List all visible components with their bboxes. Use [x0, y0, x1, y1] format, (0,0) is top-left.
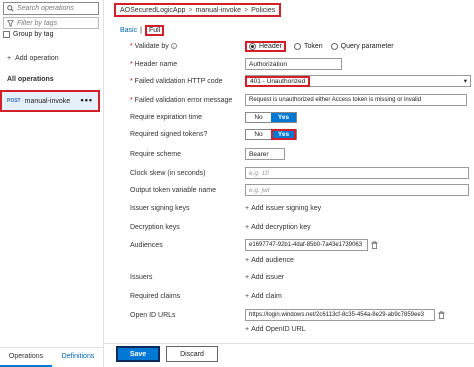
required-claims-row: Required claims + Add claim [130, 289, 470, 303]
left-tabs: Operations Definitions [0, 347, 104, 367]
output-variable-label: Output token variable name [130, 186, 216, 194]
clock-skew-input[interactable]: e.g. 10 [245, 167, 469, 179]
add-openid-row: + Add OpenID URL [130, 322, 470, 336]
toggle-yes[interactable]: Yes [271, 128, 296, 140]
output-variable-row: Output token variable name e.g. jwt [130, 183, 470, 197]
discard-button[interactable]: Discard [166, 346, 218, 362]
all-operations-heading: All operations [7, 76, 54, 83]
plus-icon: + [245, 256, 250, 264]
add-operation-button[interactable]: + Add operation [7, 55, 59, 62]
decryption-keys-row: Decryption keys + Add decryption key [130, 220, 470, 234]
search-placeholder: Search operations [17, 5, 74, 12]
tab-definitions[interactable]: Definitions [52, 348, 104, 367]
search-operations-input[interactable]: Search operations [3, 2, 99, 15]
breadcrumb: AOSecuredLogicApp > manual-invoke > Poli… [114, 3, 282, 17]
required-signed-toggle[interactable]: No Yes [245, 128, 297, 140]
chevron-down-icon: ▾ [463, 78, 467, 85]
trash-icon[interactable] [438, 311, 445, 319]
trash-icon[interactable] [371, 241, 378, 249]
add-operation-label: Add operation [15, 55, 59, 62]
plus-icon: + [245, 223, 250, 231]
failed-code-label: * Failed validation HTTP code [130, 77, 223, 85]
operation-item-manual-invoke[interactable]: POST manual-invoke ••• [0, 90, 100, 112]
editor-mode-tabs: Basic | Full [120, 25, 165, 36]
plus-icon: + [245, 292, 250, 300]
group-by-tag-label: Group by tag [13, 31, 54, 38]
tab-divider: | [140, 27, 142, 34]
add-audience-button[interactable]: + Add audience [245, 257, 294, 264]
issuers-row: Issuers + Add issuer [130, 270, 470, 284]
toggle-no[interactable]: No [246, 130, 271, 139]
add-openid-url-button[interactable]: + Add OpenID URL [245, 326, 306, 333]
tab-basic[interactable]: Basic [120, 27, 137, 34]
openid-url-input[interactable]: https://login.windows.net/2c6113cf-8c35-… [245, 309, 435, 321]
required-signed-row: Required signed tokens? No Yes [130, 127, 470, 141]
breadcrumb-operation[interactable]: manual-invoke [195, 7, 241, 14]
require-scheme-input[interactable]: Bearer [245, 148, 285, 160]
footer-bar: Save Discard [104, 343, 474, 367]
clock-skew-row: Clock skew (in seconds) e.g. 10 [130, 166, 470, 180]
plus-icon: + [245, 325, 250, 333]
failed-message-input[interactable]: Request is unauthorized either Access to… [245, 94, 467, 106]
validate-by-label: * Validate by i [130, 43, 245, 50]
failed-message-label: * Failed validation error message [130, 96, 233, 104]
plus-icon: + [245, 204, 250, 212]
require-scheme-row: Require scheme Bearer [130, 147, 470, 161]
breadcrumb-separator: > [244, 6, 249, 14]
failed-code-row: * Failed validation HTTP code 401 - Unau… [130, 74, 471, 88]
failed-code-value: 401 - Unauthorized [245, 75, 311, 87]
add-audience-row: + Add audience [130, 253, 470, 267]
filter-placeholder: Filter by tags [17, 19, 58, 27]
breadcrumb-separator: > [188, 6, 193, 14]
plus-icon: + [245, 273, 250, 281]
issuer-keys-label: Issuer signing keys [130, 204, 190, 212]
decryption-keys-label: Decryption keys [130, 223, 180, 231]
header-name-label: * Header name [130, 60, 178, 68]
breadcrumb-api[interactable]: AOSecuredLogicApp [120, 7, 185, 14]
audiences-row: Audiences e1697747-92b1-4daf-85b0-7a43e1… [130, 238, 470, 252]
failed-code-select[interactable]: 401 - Unauthorized ▾ [245, 75, 471, 87]
operation-name: manual-invoke [24, 97, 71, 105]
search-icon [7, 5, 14, 12]
openid-row: Open ID URLs https://login.windows.net/2… [130, 308, 470, 322]
http-verb-badge: POST [7, 98, 21, 104]
header-name-row: * Header name Authorization [130, 57, 470, 71]
require-scheme-label: Require scheme [130, 150, 181, 158]
radio-header[interactable]: Header [245, 40, 286, 52]
add-issuer-button[interactable]: + Add issuer [245, 274, 284, 281]
failed-message-row: * Failed validation error message Reques… [130, 93, 470, 107]
add-issuer-signing-key-button[interactable]: + Add issuer signing key [245, 205, 321, 212]
required-claims-label: Required claims [130, 292, 181, 300]
required-signed-label: Required signed tokens? [130, 130, 208, 138]
save-button[interactable]: Save [116, 346, 160, 362]
validate-by-row: * Validate by i Header Token Query parame… [130, 39, 470, 53]
filter-icon [7, 19, 14, 27]
operations-pane: Search operations Filter by tags Group b… [0, 0, 104, 367]
filter-tags-input[interactable]: Filter by tags [3, 17, 99, 29]
toggle-no[interactable]: No [246, 113, 271, 122]
radio-token[interactable]: Token [293, 42, 323, 50]
header-name-input[interactable]: Authorization [245, 58, 342, 70]
breadcrumb-policies: Policies [251, 6, 276, 14]
openid-label: Open ID URLs [130, 311, 176, 319]
toggle-yes[interactable]: Yes [271, 112, 296, 122]
issuer-keys-row: Issuer signing keys + Add issuer signing … [130, 201, 470, 215]
group-by-tag-checkbox[interactable]: Group by tag [3, 31, 53, 38]
require-expiration-label: Require expiration time [130, 113, 202, 121]
plus-icon: + [7, 55, 12, 62]
tab-full[interactable]: Full [144, 25, 165, 36]
output-variable-input[interactable]: e.g. jwt [245, 184, 469, 196]
checkbox-icon[interactable] [3, 31, 10, 38]
require-expiration-toggle[interactable]: No Yes [245, 111, 297, 123]
audience-input[interactable]: e1697747-92b1-4daf-85b0-7a43e1739063 [245, 239, 368, 251]
require-expiration-row: Require expiration time No Yes [130, 110, 470, 124]
radio-query-parameter[interactable]: Query parameter [330, 42, 394, 50]
add-claim-button[interactable]: + Add claim [245, 293, 282, 300]
clock-skew-label: Clock skew (in seconds) [130, 169, 206, 177]
add-decryption-key-button[interactable]: + Add decryption key [245, 224, 311, 231]
tab-operations[interactable]: Operations [0, 348, 52, 367]
more-options-icon[interactable]: ••• [81, 95, 93, 105]
issuers-label: Issuers [130, 273, 153, 281]
audiences-label: Audiences [130, 241, 163, 249]
